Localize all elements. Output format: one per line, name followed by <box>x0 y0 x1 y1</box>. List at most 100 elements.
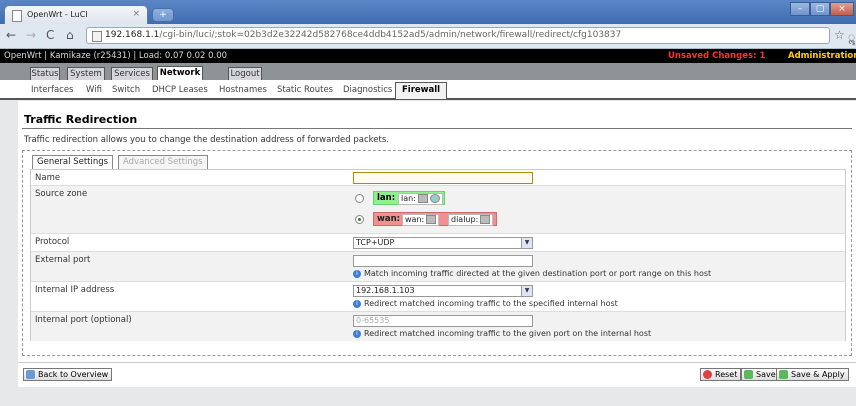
window-close-icon[interactable]: × <box>830 2 854 16</box>
reload-icon[interactable]: C <box>46 28 54 42</box>
name-input[interactable] <box>353 172 533 184</box>
wan-zone-badge: wan: wan: dialup: <box>373 212 497 226</box>
internal-port-input[interactable]: 0-65535 <box>353 315 533 327</box>
subtab-static-routes[interactable]: Static Routes <box>277 85 333 95</box>
url-path: /cgi-bin/luci/;stok=02b3d2e32242d582768c… <box>159 30 622 40</box>
wan-zone-name: wan: <box>377 214 401 224</box>
name-label: Name <box>35 173 61 183</box>
wan-zone-radio[interactable] <box>355 215 364 224</box>
internal-ip-value: 192.168.1.103 <box>356 286 415 295</box>
page-description: Traffic redirection allows you to change… <box>24 135 389 145</box>
protocol-label: Protocol <box>35 237 70 247</box>
lan-zone-badge: lan: lan: <box>373 191 445 205</box>
dialup-network: dialup: <box>448 214 494 226</box>
new-tab-button[interactable]: + <box>152 8 174 22</box>
external-port-label: External port <box>35 255 91 265</box>
subtab-interfaces[interactable]: Interfaces <box>31 85 73 95</box>
reset-label: Reset <box>715 370 738 379</box>
subtab-hostnames[interactable]: Hostnames <box>219 85 267 95</box>
browser-toolbar: ← → C ⌂ 192.168.1.1/cgi-bin/luci/;stok=0… <box>0 24 856 49</box>
tab-network[interactable]: Network <box>157 66 203 80</box>
maximize-icon[interactable]: ▢ <box>810 2 830 16</box>
lan-network: lan: <box>398 193 443 205</box>
forward-arrow-icon[interactable]: → <box>26 28 36 42</box>
administration-link[interactable]: Administration <box>788 51 856 61</box>
chevron-down-icon: ▼ <box>521 238 532 248</box>
internal-port-hint: i Redirect matched incoming traffic to th… <box>353 329 651 338</box>
ethernet-icon <box>417 194 428 203</box>
external-port-row: External port i Match incoming traffic di… <box>31 252 845 282</box>
sub-menu: Interfaces Wifi Switch DHCP Leases Hostn… <box>0 80 856 100</box>
lan-zone-name: lan: <box>377 193 396 203</box>
internal-port-hint-text: Redirect matched incoming traffic to the… <box>364 329 652 338</box>
subtab-wifi[interactable]: Wifi <box>86 85 102 95</box>
save-apply-label: Save & Apply <box>791 370 845 379</box>
protocol-value: TCP+UDP <box>356 238 395 247</box>
address-bar[interactable]: 192.168.1.1/cgi-bin/luci/;stok=02b3d2e32… <box>86 27 830 44</box>
lan-network-label: lan: <box>401 194 416 203</box>
tab-status[interactable]: Status <box>30 67 60 80</box>
browser-tab[interactable]: OpenWrt - LuCI × <box>4 5 148 24</box>
chevron-down-icon: ▼ <box>521 286 532 296</box>
page-info-icon[interactable] <box>92 31 102 42</box>
info-icon: i <box>353 329 361 338</box>
minimize-icon[interactable]: – <box>790 2 810 16</box>
internal-ip-row: Internal IP address 192.168.1.103 ▼ i Red… <box>31 282 845 312</box>
browser-tab-title: OpenWrt - LuCI <box>27 10 88 19</box>
internal-port-row: Internal port (optional) 0-65535 i Redire… <box>31 312 845 341</box>
form-footer: Back to Overview Reset Save Save & Apply <box>18 362 856 387</box>
general-settings-panel: Name Source zone lan: lan: wan: wan: dia… <box>30 169 846 341</box>
protocol-row: Protocol TCP+UDP ▼ <box>31 234 845 252</box>
source-zone-row: Source zone lan: lan: wan: wan: dialup: <box>31 186 845 234</box>
unsaved-changes-link[interactable]: Unsaved Changes: 1 <box>668 51 765 61</box>
internal-ip-select[interactable]: 192.168.1.103 ▼ <box>353 285 533 297</box>
external-port-hint: i Match incoming traffic directed at the … <box>353 269 711 278</box>
page-title: Traffic Redirection <box>24 113 138 126</box>
save-apply-icon <box>779 370 788 379</box>
save-button[interactable]: Save <box>741 368 780 381</box>
external-port-input[interactable] <box>353 255 533 267</box>
ethernet-icon <box>480 215 491 224</box>
tab-services[interactable]: Services <box>111 67 153 80</box>
wan-network: wan: <box>402 214 440 226</box>
bookmark-star-icon[interactable]: ☆ <box>834 28 845 42</box>
main-menu: Status System Services Network Logout <box>0 63 856 80</box>
name-row: Name <box>31 170 845 186</box>
back-to-overview-button[interactable]: Back to Overview <box>23 368 113 381</box>
reset-button[interactable]: Reset <box>700 368 742 381</box>
home-icon[interactable]: ⌂ <box>66 28 74 42</box>
save-icon <box>744 370 753 379</box>
protocol-select[interactable]: TCP+UDP ▼ <box>353 237 533 249</box>
tab-system[interactable]: System <box>67 67 105 80</box>
subtab-diagnostics[interactable]: Diagnostics <box>343 85 392 95</box>
luci-header: OpenWrt | Kamikaze (r25431) | Load: 0.07… <box>0 49 856 63</box>
subtab-switch[interactable]: Switch <box>112 85 140 95</box>
internal-ip-hint: i Redirect matched incoming traffic to th… <box>353 299 618 308</box>
back-icon <box>26 370 35 379</box>
ethernet-icon <box>426 215 437 224</box>
lan-zone-radio[interactable] <box>355 194 364 203</box>
tab-general-settings[interactable]: General Settings <box>32 155 114 169</box>
subtab-dhcp-leases[interactable]: DHCP Leases <box>152 85 208 95</box>
wan-network-label: wan: <box>405 215 425 224</box>
content-area: Traffic Redirection Traffic redirection … <box>18 101 856 381</box>
info-icon: i <box>353 299 361 308</box>
reset-icon <box>703 370 712 379</box>
info-icon: i <box>353 269 361 278</box>
subtab-firewall[interactable]: Firewall <box>395 82 448 99</box>
close-tab-icon[interactable]: × <box>132 9 140 19</box>
internal-ip-label: Internal IP address <box>35 285 115 295</box>
dialup-network-label: dialup: <box>451 215 479 224</box>
tab-logout[interactable]: Logout <box>228 67 262 80</box>
source-zone-label: Source zone <box>35 189 88 199</box>
wrench-icon[interactable]: ॣ <box>848 28 855 45</box>
tab-advanced-settings[interactable]: Advanced Settings <box>118 155 208 169</box>
url-text: 192.168.1.1/cgi-bin/luci/;stok=02b3d2e32… <box>105 30 621 40</box>
save-label: Save <box>756 370 776 379</box>
back-to-overview-label: Back to Overview <box>38 370 109 379</box>
save-apply-button[interactable]: Save & Apply <box>776 368 849 381</box>
title-divider <box>22 128 852 129</box>
url-host: 192.168.1.1 <box>105 30 160 40</box>
back-arrow-icon[interactable]: ← <box>6 28 16 42</box>
page-icon <box>12 10 22 22</box>
